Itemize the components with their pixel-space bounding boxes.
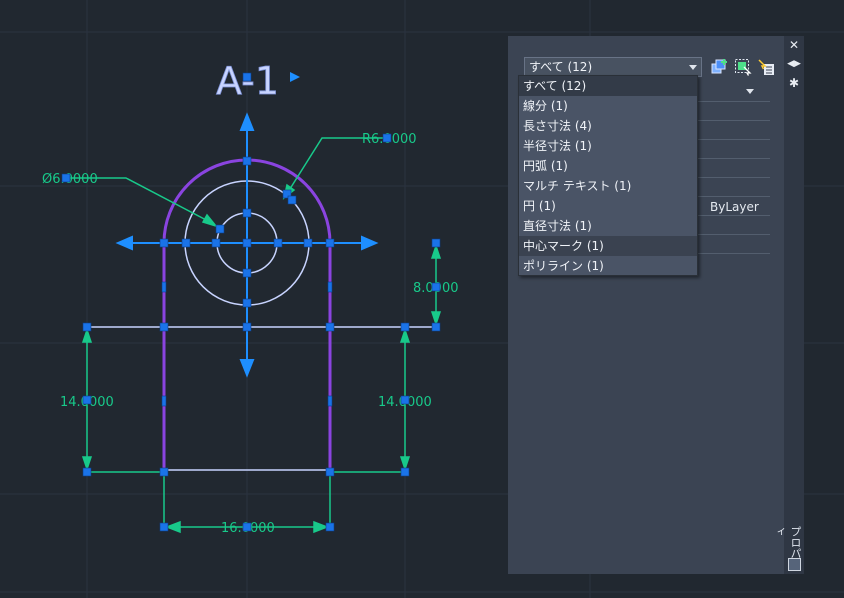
palette-menu-icon[interactable] xyxy=(788,558,801,571)
title-grip-arrow[interactable] xyxy=(290,72,300,82)
object-type-selector[interactable]: すべて (12) xyxy=(524,57,702,77)
dropdown-item-radius-dimension[interactable]: 半径寸法 (1) xyxy=(519,136,697,156)
dropdown-item-center-mark[interactable]: 中心マーク (1) xyxy=(519,236,697,256)
dropdown-item-polyline[interactable]: ポリライン (1) xyxy=(519,256,697,276)
chevron-down-icon[interactable] xyxy=(689,65,697,70)
dropdown-item-circle[interactable]: 円 (1) xyxy=(519,196,697,216)
grips[interactable] xyxy=(61,72,441,532)
select-objects-icon[interactable] xyxy=(734,58,752,76)
dimension-lines[interactable] xyxy=(66,137,442,534)
close-icon[interactable]: ✕ xyxy=(787,38,801,52)
dropdown-item-mtext[interactable]: マルチ テキスト (1) xyxy=(519,176,697,196)
chevron-down-icon[interactable] xyxy=(746,89,754,94)
properties-icon[interactable]: ✱ xyxy=(787,76,801,90)
dropdown-item-linear-dimension[interactable]: 長さ寸法 (4) xyxy=(519,116,697,136)
dropdown-item-line[interactable]: 線分 (1) xyxy=(519,96,697,116)
quick-select-icon[interactable] xyxy=(710,58,728,76)
object-type-dropdown[interactable]: すべて (12) 線分 (1) 長さ寸法 (4) 半径寸法 (1) 円弧 (1)… xyxy=(518,75,698,276)
auto-hide-icon[interactable]: ◀▶ xyxy=(787,57,801,71)
property-value-bylayer[interactable]: ByLayer xyxy=(710,200,759,214)
object-type-selector-value: すべて (12) xyxy=(529,60,593,74)
dropdown-item-arc[interactable]: 円弧 (1) xyxy=(519,156,697,176)
palette-title-strip[interactable]: ✕ ◀▶ ✱ プロパティ xyxy=(773,36,804,574)
toggle-pickadd-icon[interactable] xyxy=(758,58,776,76)
dropdown-item-diameter-dimension[interactable]: 直径寸法 (1) xyxy=(519,216,697,236)
dropdown-item-all[interactable]: すべて (12) xyxy=(519,76,697,96)
